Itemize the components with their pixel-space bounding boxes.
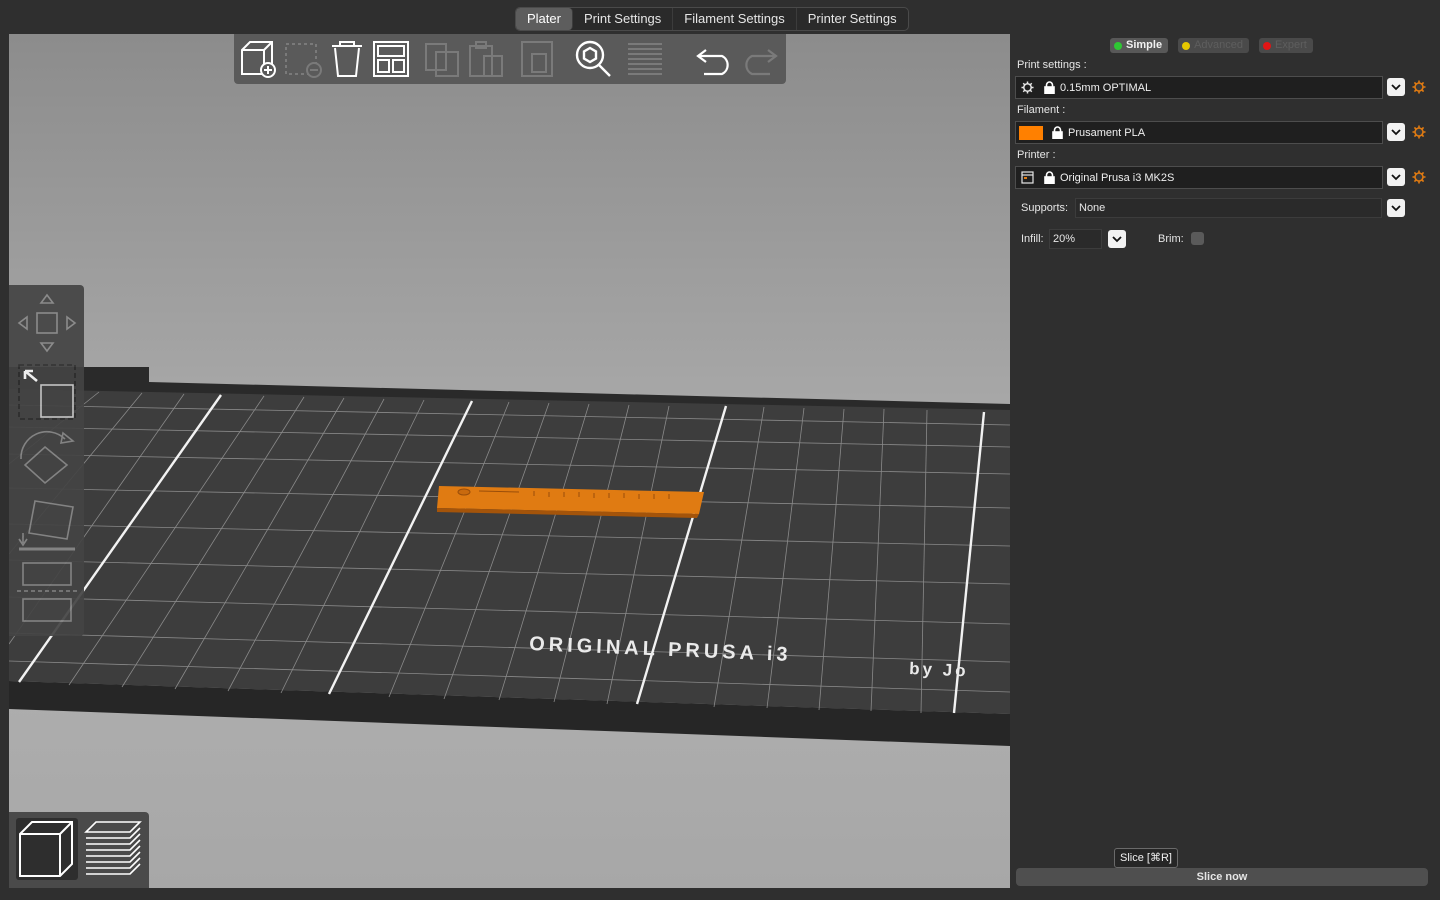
- filament-label: Filament :: [1017, 104, 1066, 116]
- arrange-icon[interactable]: [370, 38, 412, 80]
- print-settings-gear-icon: [1016, 81, 1038, 94]
- 3d-viewport[interactable]: ORIGINAL PRUSA i3 by Jo: [9, 34, 1010, 888]
- print-settings-dropdown-button[interactable]: [1387, 78, 1405, 96]
- print-settings-label: Print settings :: [1017, 59, 1087, 71]
- lock-icon: [1038, 81, 1060, 94]
- view-switch: [9, 812, 149, 888]
- search-icon[interactable]: [572, 38, 614, 80]
- mode-dot-icon: [1263, 41, 1272, 50]
- printer-label: Printer :: [1017, 149, 1056, 161]
- filament-combo[interactable]: Prusament PLA: [1015, 121, 1383, 144]
- supports-combo[interactable]: None: [1075, 198, 1382, 218]
- delete-icon[interactable]: [282, 38, 324, 80]
- gizmo-toolbar: [9, 285, 84, 636]
- chevron-down-icon: [1391, 205, 1401, 212]
- filament-value: Prusament PLA: [1068, 126, 1146, 139]
- preview-view-icon[interactable]: [82, 818, 144, 880]
- brim-checkbox[interactable]: [1191, 232, 1204, 245]
- mode-expert-button[interactable]: Expert: [1259, 38, 1313, 53]
- print-bed: ORIGINAL PRUSA i3 by Jo: [9, 367, 1010, 746]
- undo-icon[interactable]: [694, 38, 736, 80]
- mode-dot-icon: [1114, 41, 1122, 50]
- chevron-down-icon: [1391, 84, 1401, 91]
- filament-edit-gear-icon[interactable]: [1412, 125, 1426, 139]
- filament-dropdown-button[interactable]: [1387, 123, 1405, 141]
- top-tab-bar: Plater Print Settings Filament Settings …: [515, 7, 909, 31]
- mode-simple-label: Simple: [1126, 39, 1163, 51]
- mode-dot-icon: [1182, 41, 1191, 50]
- move-icon[interactable]: [15, 289, 79, 357]
- brim-label: Brim:: [1158, 233, 1184, 245]
- infill-dropdown-button[interactable]: [1108, 230, 1126, 248]
- delete-all-icon[interactable]: [326, 38, 368, 80]
- tab-printer-settings[interactable]: Printer Settings: [797, 8, 908, 30]
- copy-icon[interactable]: [422, 38, 464, 80]
- lock-icon: [1038, 171, 1060, 184]
- supports-dropdown-button[interactable]: [1387, 199, 1405, 217]
- mode-selector: Simple Advanced Expert: [1110, 38, 1313, 53]
- add-icon[interactable]: [238, 38, 280, 80]
- mode-advanced-button[interactable]: Advanced: [1178, 38, 1250, 53]
- scale-icon[interactable]: [15, 361, 79, 423]
- infill-label: Infill:: [1021, 233, 1044, 245]
- mode-expert-label: Expert: [1275, 39, 1307, 51]
- tab-print-settings[interactable]: Print Settings: [573, 8, 674, 30]
- tab-filament-settings[interactable]: Filament Settings: [673, 8, 797, 30]
- rotate-icon[interactable]: [15, 427, 79, 489]
- layers-icon[interactable]: [624, 38, 666, 80]
- chevron-down-icon: [1391, 174, 1401, 181]
- slice-now-button[interactable]: Slice now: [1016, 868, 1428, 886]
- slice-tooltip: Slice [⌘R]: [1114, 848, 1178, 868]
- print-settings-combo[interactable]: 0.15mm OPTIMAL: [1015, 76, 1383, 99]
- print-settings-value: 0.15mm OPTIMAL: [1060, 81, 1152, 94]
- plater-toolbar: [234, 34, 786, 84]
- chevron-down-icon: [1112, 236, 1122, 243]
- instance-icon[interactable]: [518, 38, 560, 80]
- printer-dropdown-button[interactable]: [1387, 168, 1405, 186]
- redo-icon[interactable]: [738, 38, 780, 80]
- printer-icon: [1016, 171, 1038, 184]
- cut-icon[interactable]: [15, 559, 79, 629]
- tab-plater[interactable]: Plater: [516, 8, 573, 30]
- place-on-face-icon[interactable]: [15, 493, 79, 555]
- lock-icon: [1046, 126, 1068, 139]
- paste-icon[interactable]: [466, 38, 508, 80]
- printer-edit-gear-icon[interactable]: [1412, 170, 1426, 184]
- infill-combo[interactable]: 20%: [1049, 229, 1102, 249]
- chevron-down-icon: [1391, 129, 1401, 136]
- print-settings-edit-gear-icon[interactable]: [1412, 80, 1426, 94]
- mode-advanced-label: Advanced: [1194, 39, 1244, 51]
- 3d-view-icon[interactable]: [16, 818, 78, 880]
- bed-label-sub: by Jo: [909, 659, 969, 680]
- filament-color-swatch: [1016, 125, 1046, 140]
- printer-value: Original Prusa i3 MK2S: [1060, 171, 1175, 184]
- supports-label: Supports:: [1021, 202, 1069, 214]
- settings-sidebar: Simple Advanced Expert Print settings : …: [1010, 34, 1432, 888]
- mode-simple-button[interactable]: Simple: [1110, 38, 1169, 53]
- printer-combo[interactable]: Original Prusa i3 MK2S: [1015, 166, 1383, 189]
